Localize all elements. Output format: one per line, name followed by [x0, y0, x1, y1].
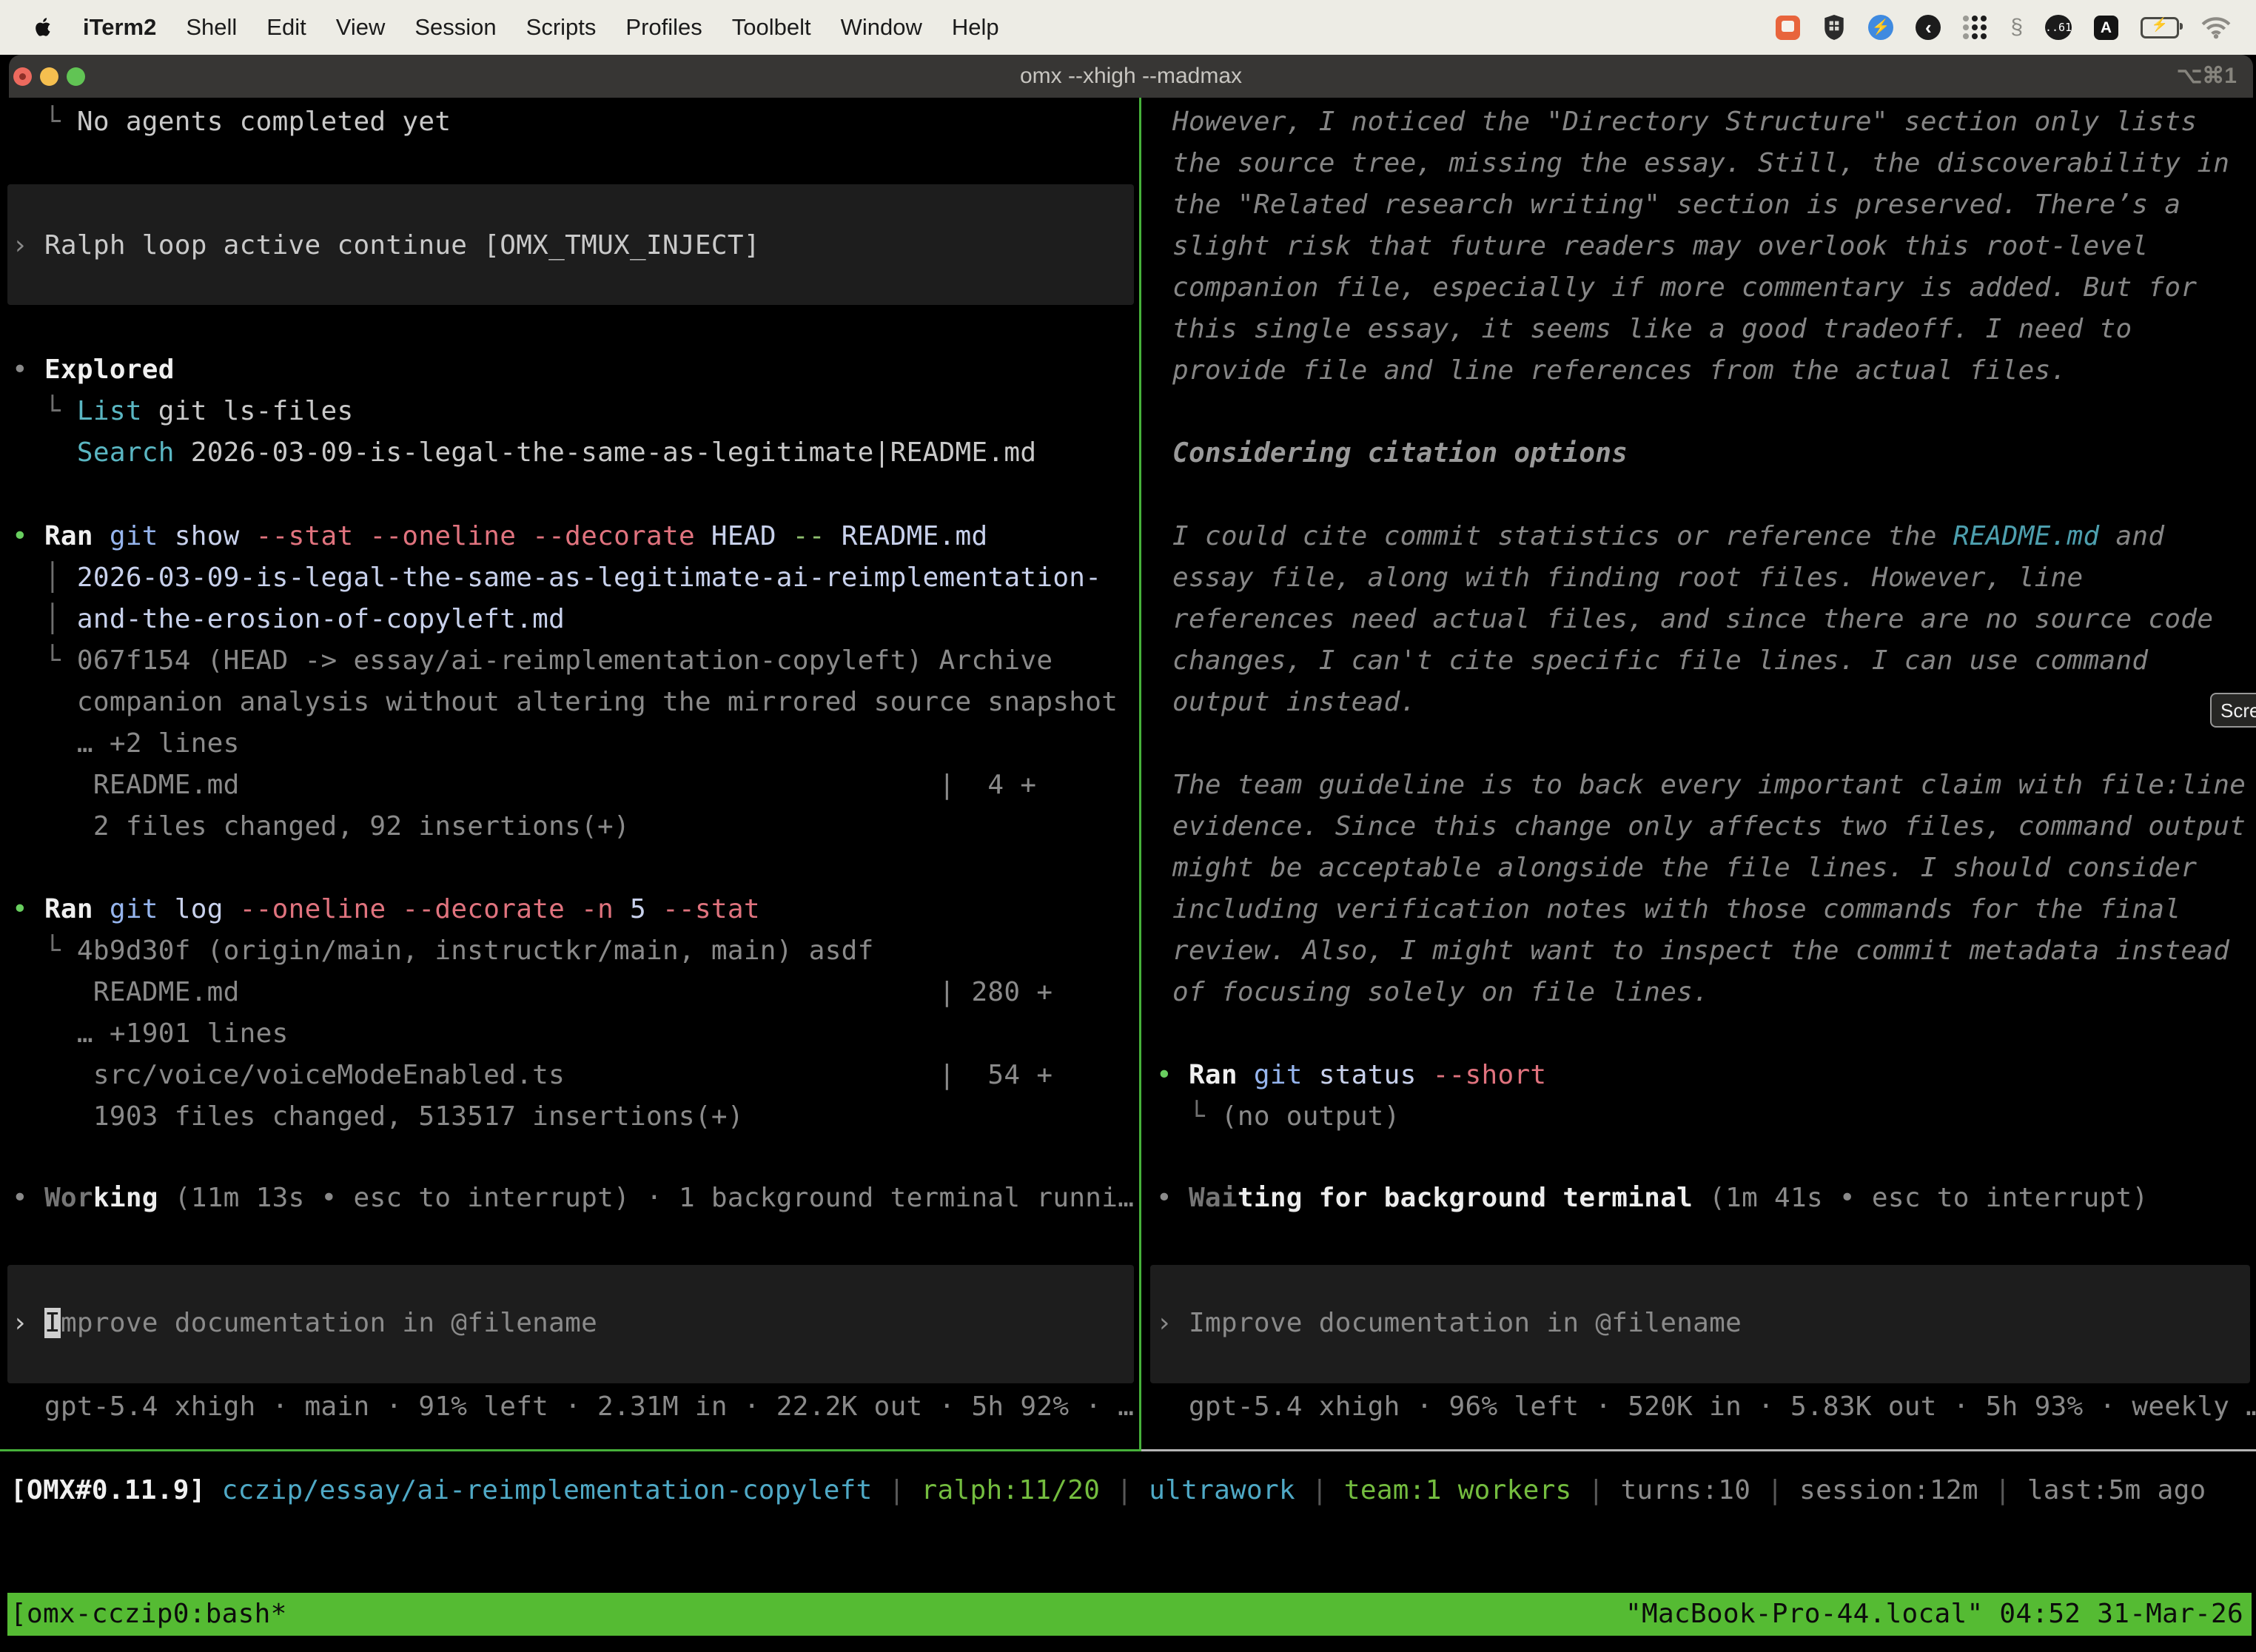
menu-item-profiles[interactable]: Profiles: [625, 14, 702, 41]
chevron-app-icon[interactable]: ‹: [1916, 15, 1941, 40]
shield-icon[interactable]: [1822, 14, 1846, 41]
window-shortcut-badge: ⌥⌘1: [2177, 55, 2237, 98]
macos-menu-bar: iTerm2 Shell Edit View Session Scripts Profile…: [0, 0, 2256, 55]
battery-nub: [2180, 23, 2183, 30]
chat-app-icon[interactable]: [1776, 16, 1800, 40]
battery-percent-badge-icon[interactable]: ..61: [2045, 15, 2072, 40]
menu-item-scripts[interactable]: Scripts: [526, 14, 597, 41]
right-pane-bottom-border: [1141, 1449, 2256, 1451]
window-title: omx --xhigh --madmax: [9, 55, 2253, 98]
menu-item-iterm2[interactable]: iTerm2: [83, 14, 156, 41]
menu-items: iTerm2 Shell Edit View Session Scripts Profile…: [83, 14, 999, 41]
dots-grid-icon[interactable]: [1963, 15, 1988, 40]
menu-item-edit[interactable]: Edit: [266, 14, 306, 41]
menu-item-session[interactable]: Session: [414, 14, 496, 41]
left-prompt-box[interactable]: [7, 1265, 1134, 1383]
squiggle-icon[interactable]: §: [2010, 15, 2023, 40]
menu-item-help[interactable]: Help: [952, 14, 999, 41]
left-pane-bottom-border: [0, 1449, 1141, 1451]
chat-bubble-inner: [1782, 21, 1794, 32]
menu-item-view[interactable]: View: [336, 14, 386, 41]
terminal-background: [9, 98, 2253, 1652]
right-prompt-box[interactable]: [1150, 1265, 2250, 1383]
ralph-inject-box: [7, 184, 1134, 305]
pane-divider[interactable]: [1139, 98, 1141, 1449]
menu-item-window[interactable]: Window: [841, 14, 922, 41]
battery-bolt-icon: ⚡: [2143, 17, 2177, 33]
tmux-status-bar: [7, 1593, 2252, 1636]
battery-icon[interactable]: ⚡: [2141, 17, 2179, 38]
menubar-status-icons: ⚡ ‹ § ..61 A ⚡: [1776, 14, 2231, 41]
bolt-app-icon[interactable]: ⚡: [1868, 15, 1893, 40]
apple-menu-icon[interactable]: [34, 16, 53, 38]
wifi-icon[interactable]: [2201, 16, 2231, 39]
screen-share-chip[interactable]: Scre: [2210, 693, 2256, 728]
menu-item-shell[interactable]: Shell: [186, 14, 237, 41]
menu-item-toolbelt[interactable]: Toolbelt: [732, 14, 811, 41]
input-source-icon[interactable]: A: [2094, 16, 2118, 40]
